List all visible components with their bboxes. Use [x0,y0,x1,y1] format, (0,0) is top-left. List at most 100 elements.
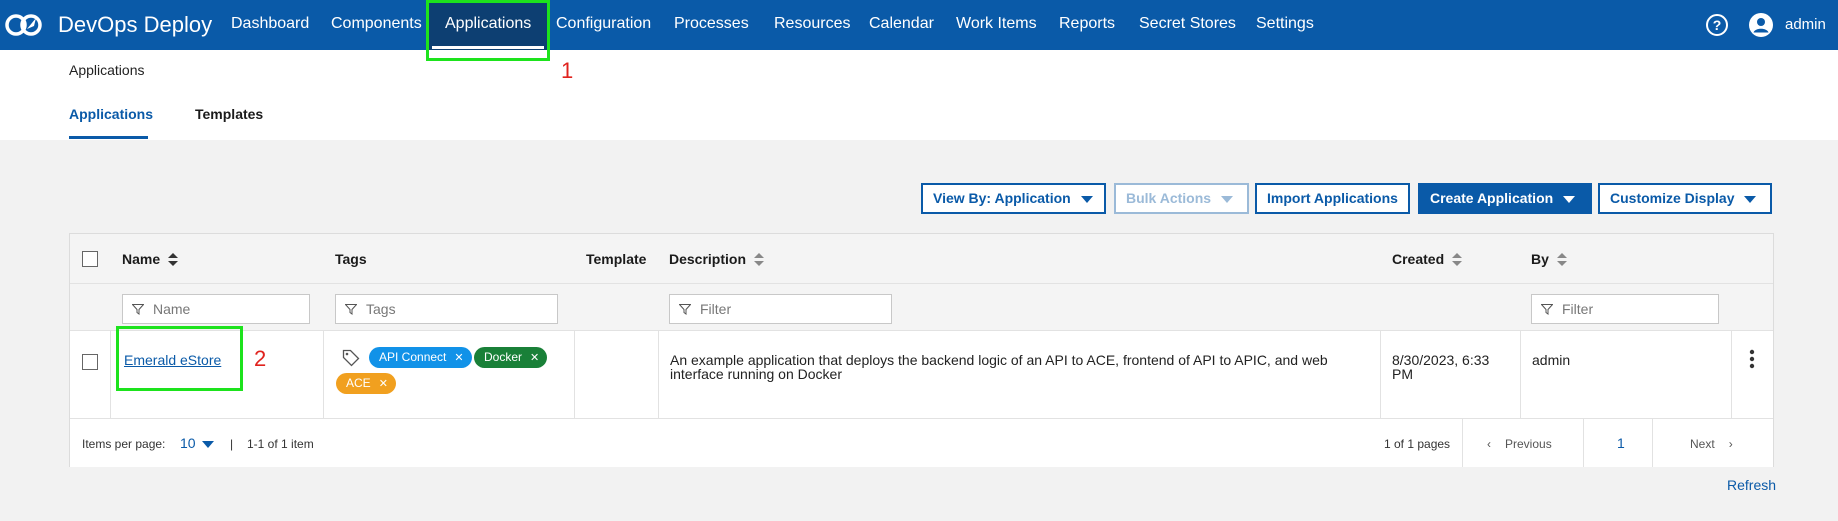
filter-icon [1541,304,1553,315]
items-per-page-select[interactable]: 10 [180,435,214,451]
description-line-1: An example application that deploys the … [670,352,1328,368]
chevron-down-icon [1744,195,1757,203]
tags-filter-placeholder: Tags [366,301,396,317]
column-divider [1520,331,1521,419]
nav-item-work-items[interactable]: Work Items [956,15,1037,33]
created-line-2: PM [1392,366,1413,382]
row-checkbox[interactable] [82,354,98,370]
customize-display-dropdown[interactable]: Customize Display [1598,183,1772,214]
nav-item-settings[interactable]: Settings [1256,15,1314,33]
sort-icon[interactable] [754,253,765,267]
items-per-page-value: 10 [180,435,196,451]
tab-active-underline [69,136,148,139]
previous-page-button[interactable]: ‹ Previous [1487,437,1552,451]
column-header-name[interactable]: Name [122,251,179,267]
nav-item-configuration[interactable]: Configuration [556,15,651,33]
nav-item-reports[interactable]: Reports [1059,15,1115,33]
column-divider [323,331,324,419]
logo-icon [5,14,42,36]
by-filter-input[interactable]: Filter [1531,294,1719,324]
column-header-description[interactable]: Description [669,251,765,267]
column-header-by-label: By [1531,251,1549,267]
pagination-divider [1462,419,1463,467]
description-filter-placeholder: Filter [700,301,732,317]
page-count: 1 of 1 pages [1384,437,1451,451]
select-all-checkbox[interactable] [82,251,98,267]
column-divider [1380,331,1381,419]
tag-api-connect[interactable]: API Connect ✕ [369,347,472,368]
remove-tag-icon[interactable]: ✕ [454,352,463,364]
tag-docker[interactable]: Docker ✕ [474,347,548,368]
column-divider [658,331,659,419]
user-name[interactable]: admin [1785,16,1826,33]
column-header-tags: Tags [335,251,367,267]
nav-item-dashboard[interactable]: Dashboard [231,15,309,33]
view-by-dropdown[interactable]: View By: Application [921,183,1106,214]
table-row: Emerald eStore API Connect ✕ Docker ✕ ACE ✕… [70,331,1773,419]
pagination-divider [1583,419,1584,467]
pagination-divider [1652,419,1653,467]
column-header-created-label: Created [1392,251,1445,267]
bulk-actions-label: Bulk Actions [1126,190,1212,206]
sort-icon[interactable] [1556,253,1567,267]
sort-icon[interactable] [168,253,179,267]
annotation-box-2 [116,326,243,391]
view-by-label: View By: Application [933,190,1071,206]
top-nav: DevOps Deploy Dashboard Components Appli… [0,0,1838,50]
applications-table: Name Tags Template Description Created B… [69,233,1774,467]
create-application-button[interactable]: Create Application [1418,183,1592,214]
annotation-box-1 [426,0,550,61]
nav-item-calendar[interactable]: Calendar [869,15,934,33]
sort-icon[interactable] [1452,253,1463,267]
chevron-down-icon [1221,195,1234,203]
chevron-left-icon: ‹ [1487,437,1491,451]
chevron-down-icon [1080,195,1093,203]
nav-item-components[interactable]: Components [331,15,422,33]
create-application-label: Create Application [1430,190,1554,206]
item-range: 1-1 of 1 item [247,437,314,451]
tab-templates[interactable]: Templates [195,106,263,122]
name-filter-placeholder: Name [153,301,191,317]
description-filter-input[interactable]: Filter [669,294,892,324]
remove-tag-icon[interactable]: ✕ [530,352,539,364]
next-page-label: Next [1690,437,1715,451]
column-header-by[interactable]: By [1531,251,1567,267]
filter-icon [132,304,144,315]
chevron-down-icon [1563,195,1576,203]
tag-ace-label: ACE [346,376,371,390]
column-divider [1731,331,1732,419]
nav-item-resources[interactable]: Resources [774,15,850,33]
help-icon[interactable]: ? [1706,14,1728,36]
column-header-created[interactable]: Created [1392,251,1463,267]
nav-item-processes[interactable]: Processes [674,15,749,33]
description-line-2: interface running on Docker [670,366,842,382]
breadcrumb[interactable]: Applications [69,62,145,78]
nav-item-secret-stores[interactable]: Secret Stores [1139,15,1236,33]
annotation-number-2: 2 [254,346,267,371]
tag-icon[interactable] [342,349,360,367]
column-header-name-label: Name [122,251,161,267]
refresh-link[interactable]: Refresh [1727,477,1776,493]
tag-api-connect-label: API Connect [379,350,447,364]
annotation-number-1: 1 [561,58,574,83]
tab-applications[interactable]: Applications [69,106,153,122]
bulk-actions-dropdown[interactable]: Bulk Actions [1114,183,1249,214]
created-line-1: 8/30/2023, 6:33 [1392,352,1490,368]
name-filter-input[interactable]: Name [122,294,310,324]
chevron-down-icon [201,440,214,448]
customize-display-label: Customize Display [1610,190,1735,206]
column-divider [110,331,111,419]
filter-icon [345,304,357,315]
items-per-page-label: Items per page: [82,437,166,451]
user-avatar-icon[interactable] [1749,13,1773,37]
previous-page-label: Previous [1505,437,1552,451]
current-page-number[interactable]: 1 [1617,435,1625,451]
row-overflow-menu-icon[interactable] [1749,349,1755,369]
tags-filter-input[interactable]: Tags [335,294,558,324]
import-applications-button[interactable]: Import Applications [1255,183,1410,214]
remove-tag-icon[interactable]: ✕ [379,378,388,390]
column-divider [574,331,575,419]
pagination-bar: Items per page: 10 | 1-1 of 1 item 1 of … [70,419,1773,467]
tag-ace[interactable]: ACE ✕ [336,373,396,394]
next-page-button[interactable]: Next › [1690,437,1733,451]
